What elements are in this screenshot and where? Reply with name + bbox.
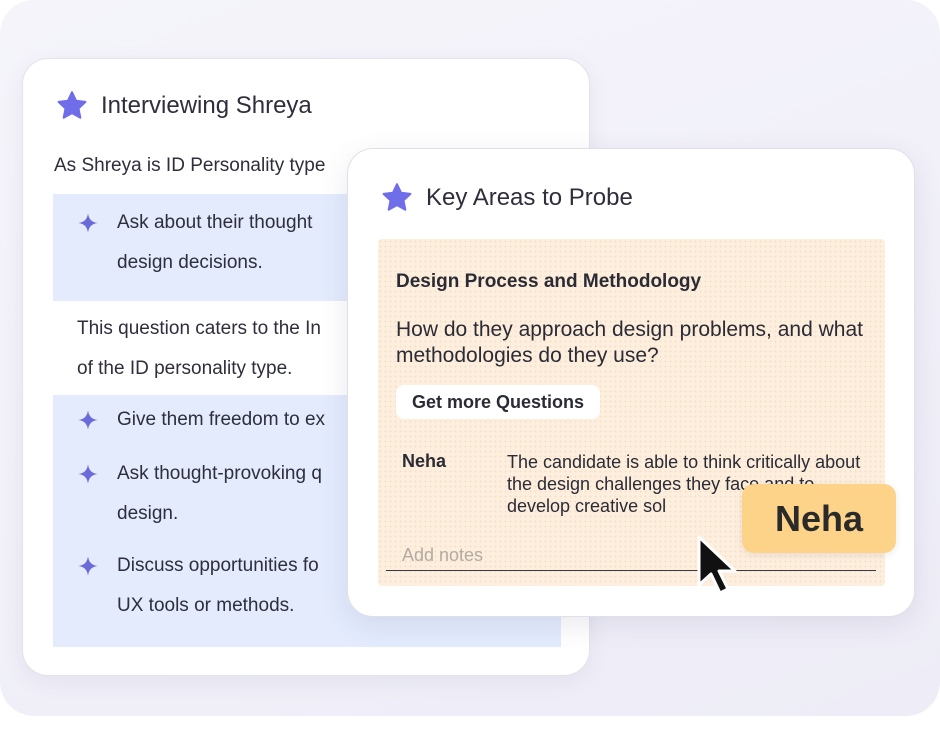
explanation-line: This question caters to the In xyxy=(77,318,321,339)
probe-question: How do they approach design problems, an… xyxy=(396,318,863,367)
tip-item: Ask thought-provoking q design. xyxy=(77,454,322,534)
get-more-questions-button[interactable]: Get more Questions xyxy=(396,385,601,419)
sparkle-icon xyxy=(78,213,98,233)
explanation-text: This question caters to the In of the ID… xyxy=(77,309,321,389)
tip-line: design decisions. xyxy=(117,252,263,273)
star-icon xyxy=(382,183,412,211)
tip-line: UX tools or methods. xyxy=(117,595,295,616)
interview-card-title: Interviewing Shreya xyxy=(101,92,312,119)
star-icon xyxy=(57,91,87,119)
probe-card-title: Key Areas to Probe xyxy=(426,184,633,211)
sparkle-icon xyxy=(78,464,98,484)
probe-area-heading: Design Process and Methodology xyxy=(396,271,702,292)
interview-card-header: Interviewing Shreya xyxy=(55,89,312,123)
note-author: Neha xyxy=(402,451,447,471)
sparkle-icon xyxy=(78,410,98,430)
tip-line: Ask thought-provoking q xyxy=(117,463,322,484)
tip-item: Give them freedom to ex xyxy=(77,400,325,440)
tip-line: design. xyxy=(117,503,179,524)
collaborator-cursor-label: Neha xyxy=(742,484,896,553)
tip-line: Give them freedom to ex xyxy=(117,409,326,430)
tip-item: Discuss opportunities fo UX tools or met… xyxy=(77,546,319,626)
mouse-pointer-icon xyxy=(697,535,737,595)
probe-card-header: Key Areas to Probe xyxy=(380,181,633,215)
sparkle-icon xyxy=(78,556,98,576)
tip-line: Ask about their thought xyxy=(117,212,313,233)
explanation-line: of the ID personality type. xyxy=(77,358,293,379)
tip-item: Ask about their thought design decisions… xyxy=(77,203,312,283)
tip-line: Discuss opportunities fo xyxy=(117,555,319,576)
